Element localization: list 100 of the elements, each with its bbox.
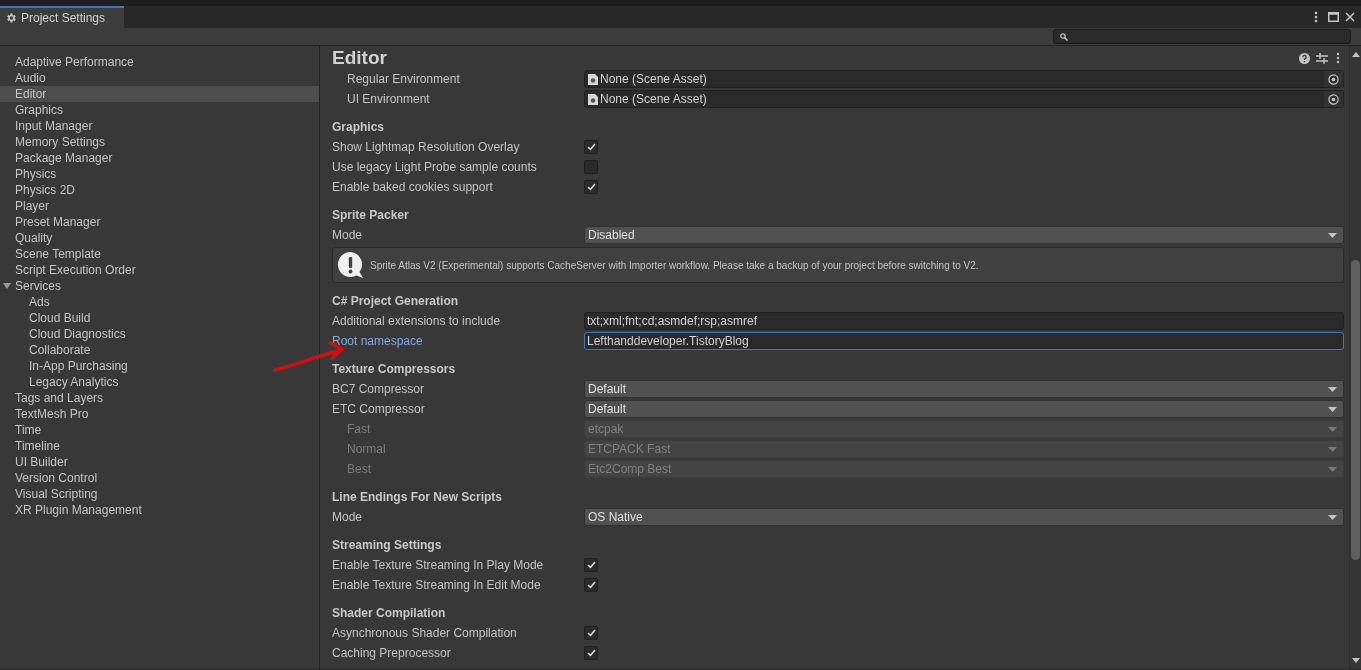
window-tab[interactable]: Project Settings <box>0 6 124 28</box>
field-label: Root namespace <box>332 333 424 350</box>
caret-icon <box>1328 232 1337 238</box>
scene-icon <box>588 73 598 85</box>
field-label: Mode <box>332 509 364 526</box>
caret-icon <box>1328 466 1337 472</box>
checkbox[interactable] <box>584 646 598 660</box>
sidebar-item[interactable]: Graphics <box>0 102 319 118</box>
sliders-icon[interactable] <box>1316 52 1328 64</box>
object-picker-button[interactable] <box>1324 71 1343 87</box>
checkbox[interactable] <box>584 140 598 154</box>
sidebar-item[interactable]: Legacy Analytics <box>0 374 319 390</box>
sidebar-item[interactable]: Memory Settings <box>0 134 319 150</box>
expand-arrow-icon[interactable] <box>3 282 11 290</box>
caret-icon <box>1328 446 1337 452</box>
sidebar-item[interactable]: Visual Scripting <box>0 486 319 502</box>
field-label: Use legacy Light Probe sample counts <box>332 159 538 176</box>
sidebar-item[interactable]: Input Manager <box>0 118 319 134</box>
panel-title: Editor <box>332 45 388 70</box>
more-options-icon[interactable] <box>1314 11 1318 23</box>
dropdown[interactable]: Default <box>584 380 1344 398</box>
sidebar-item[interactable]: Audio <box>0 70 319 86</box>
field-label: Enable Texture Streaming In Play Mode <box>332 557 545 574</box>
dropdown[interactable]: Disabled <box>584 226 1344 244</box>
sidebar-item[interactable]: UI Builder <box>0 454 319 470</box>
sidebar-item[interactable]: Tags and Layers <box>0 390 319 406</box>
text-field[interactable]: txt;xml;fnt;cd;asmdef;rsp;asmref <box>584 312 1344 330</box>
scroll-up-icon[interactable] <box>1351 52 1360 57</box>
sidebar-item[interactable]: Cloud Build <box>0 310 319 326</box>
field-label: Enable Texture Streaming In Edit Mode <box>332 577 542 594</box>
field-label: Asynchronous Shader Compilation <box>332 625 518 642</box>
section-header: Line Endings For New Scripts <box>332 489 503 506</box>
field-label: Regular Environment <box>346 71 461 88</box>
field-label: Fast <box>346 421 372 438</box>
checkbox[interactable] <box>584 558 598 572</box>
sidebar-item[interactable]: Editor <box>0 86 319 102</box>
caret-icon <box>1328 406 1337 412</box>
sidebar-item[interactable]: Physics <box>0 166 319 182</box>
help-text: Sprite Atlas V2 (Experimental) supports CacheServer with Importer workflow. Please take a backup of your project before switching to V2. <box>370 258 979 273</box>
field-label: Enable baked cookies support <box>332 179 494 196</box>
field-label: UI Environment <box>346 91 431 108</box>
sidebar-item[interactable]: TextMesh Pro <box>0 406 319 422</box>
section-header: Sprite Packer <box>332 207 409 224</box>
section-header: Graphics <box>332 119 385 136</box>
maximize-icon[interactable] <box>1328 12 1339 22</box>
sidebar-item[interactable]: Ads <box>0 294 319 310</box>
section-header: Streaming Settings <box>332 537 442 554</box>
sidebar-group[interactable]: Services <box>0 278 319 294</box>
field-label: Show Lightmap Resolution Overlay <box>332 139 521 156</box>
checkbox[interactable] <box>584 578 598 592</box>
object-picker-button[interactable] <box>1324 91 1343 107</box>
scrollbar-thumb[interactable] <box>1351 260 1360 560</box>
target-icon <box>1328 73 1339 85</box>
sidebar-item[interactable]: Time <box>0 422 319 438</box>
field-label: ETC Compressor <box>332 401 426 418</box>
sidebar-item[interactable]: Quality <box>0 230 319 246</box>
scene-icon <box>588 93 598 105</box>
checkbox[interactable] <box>584 180 598 194</box>
caret-icon <box>1328 426 1337 432</box>
close-icon[interactable] <box>1345 12 1355 22</box>
object-field-value: None (Scene Asset) <box>600 91 708 108</box>
sidebar-item[interactable]: Timeline <box>0 438 319 454</box>
checkbox[interactable] <box>584 626 598 640</box>
field-label: Best <box>346 461 372 478</box>
sidebar-item[interactable]: Cloud Diagnostics <box>0 326 319 342</box>
sidebar-item[interactable]: Package Manager <box>0 150 319 166</box>
sidebar-item[interactable]: Preset Manager <box>0 214 319 230</box>
section-header: Texture Compressors <box>332 361 456 378</box>
sidebar-item[interactable]: Scene Template <box>0 246 319 262</box>
sidebar-item[interactable]: Collaborate <box>0 342 319 358</box>
caret-icon <box>1328 514 1337 520</box>
sidebar-item-label: Services <box>15 278 61 295</box>
scroll-down-icon[interactable] <box>1351 658 1360 663</box>
dropdown[interactable]: Default <box>584 400 1344 418</box>
caret-icon <box>1328 386 1337 392</box>
sidebar-item[interactable]: In-App Purchasing <box>0 358 319 374</box>
field-label: Additional extensions to include <box>332 313 502 330</box>
scrollbar[interactable] <box>1349 46 1361 669</box>
field-label: Normal <box>346 441 387 458</box>
sidebar-item[interactable]: Script Execution Order <box>0 262 319 278</box>
object-field[interactable]: None (Scene Asset) <box>584 90 1344 108</box>
sidebar-item[interactable]: Physics 2D <box>0 182 319 198</box>
field-label: Mode <box>332 227 364 244</box>
more-options-icon[interactable] <box>1336 52 1340 64</box>
window-title: Project Settings <box>21 10 106 27</box>
sidebar-item[interactable]: Adaptive Performance <box>0 54 319 70</box>
object-field[interactable]: None (Scene Asset) <box>584 70 1344 88</box>
field-label: Caching Preprocessor <box>332 645 452 662</box>
sidebar-item[interactable]: Version Control <box>0 470 319 486</box>
text-field[interactable]: Lefthanddeveloper.TistoryBlog <box>584 332 1344 350</box>
search-field[interactable] <box>1053 29 1351 44</box>
section-header: Shader Compilation <box>332 605 446 622</box>
target-icon <box>1328 93 1339 105</box>
checkbox[interactable] <box>584 160 598 174</box>
sidebar-item[interactable]: XR Plugin Management <box>0 502 319 518</box>
help-icon[interactable] <box>1299 52 1310 64</box>
sidebar-item[interactable]: Player <box>0 198 319 214</box>
field-label: BC7 Compressor <box>332 381 426 398</box>
search-icon <box>1060 32 1068 41</box>
dropdown[interactable]: OS Native <box>584 508 1344 526</box>
